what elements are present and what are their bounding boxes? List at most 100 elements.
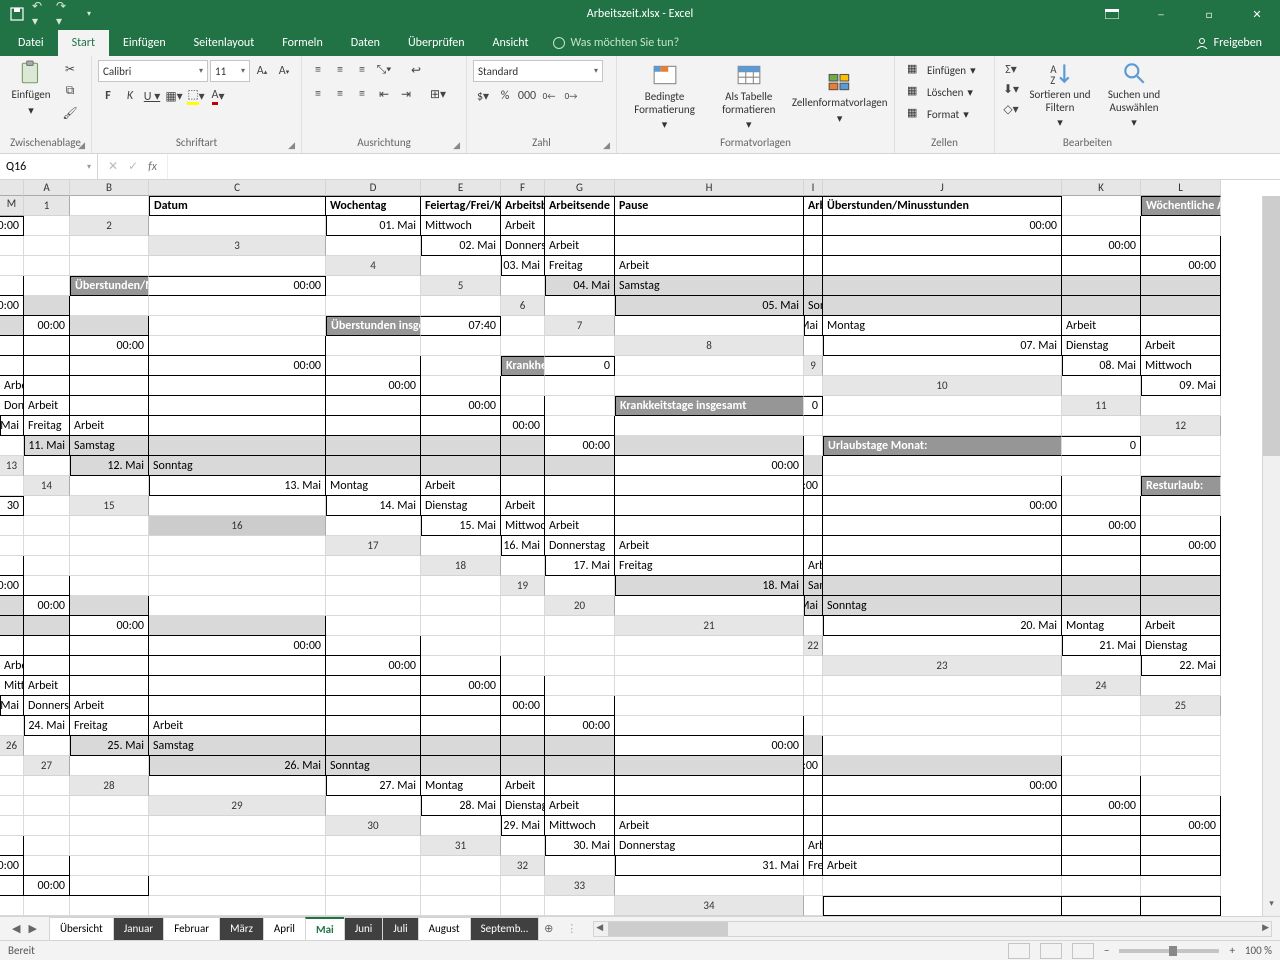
font-name-combo[interactable]: Calibri▾ xyxy=(98,60,208,82)
cell[interactable] xyxy=(0,316,24,336)
cell[interactable] xyxy=(1062,716,1141,736)
cell[interactable]: Wöchentliche Arbeitszeit xyxy=(1141,196,1221,216)
cell[interactable] xyxy=(326,336,421,356)
normal-view-button[interactable] xyxy=(1008,943,1030,959)
cell[interactable] xyxy=(24,336,70,356)
scroll-left-icon[interactable]: ◀ xyxy=(596,922,603,933)
cell[interactable] xyxy=(501,756,545,776)
paste-button[interactable]: Einfügen▾ xyxy=(6,60,56,117)
cell[interactable] xyxy=(501,636,545,656)
cell[interactable] xyxy=(615,416,804,436)
cell[interactable] xyxy=(823,696,1062,716)
cell[interactable]: Freitag xyxy=(70,716,149,736)
qat-customize-icon[interactable]: ▾ xyxy=(80,5,98,23)
row-header[interactable]: 14 xyxy=(24,476,70,496)
row-header[interactable]: 12 xyxy=(1141,416,1221,436)
cell[interactable] xyxy=(421,376,501,396)
tab-split-handle[interactable]: ⋮ xyxy=(558,922,585,935)
cell[interactable] xyxy=(1141,796,1221,816)
cell[interactable] xyxy=(615,436,804,456)
cell[interactable] xyxy=(24,516,70,536)
wrap-text-button[interactable]: ↩ xyxy=(396,60,436,80)
cell[interactable] xyxy=(501,476,545,496)
cell[interactable]: 00:00 xyxy=(823,216,1062,236)
row-header[interactable]: 22 xyxy=(804,636,823,656)
select-all-button[interactable] xyxy=(0,180,24,196)
cell[interactable] xyxy=(804,496,823,516)
cell[interactable] xyxy=(24,636,70,656)
cell[interactable] xyxy=(70,676,149,696)
cell[interactable] xyxy=(804,536,823,556)
cell[interactable] xyxy=(70,356,149,376)
cell[interactable] xyxy=(326,416,421,436)
cell[interactable]: Datum xyxy=(149,196,326,216)
cell[interactable]: Freitag xyxy=(804,856,823,876)
cell[interactable] xyxy=(823,456,1062,476)
row-header[interactable]: 11 xyxy=(1062,396,1141,416)
cell[interactable] xyxy=(24,496,70,516)
cell[interactable]: Arbeit xyxy=(545,516,615,536)
cell[interactable] xyxy=(421,436,501,456)
row-header[interactable]: 15 xyxy=(70,496,149,516)
tab-einfuegen[interactable]: Einfügen xyxy=(109,30,180,56)
cell[interactable] xyxy=(149,876,326,896)
cell[interactable]: 0 xyxy=(1062,436,1141,456)
share-button[interactable]: Freigeben xyxy=(1186,30,1272,56)
cell[interactable]: 28. Mai xyxy=(421,796,501,816)
cell[interactable]: 00:00 xyxy=(615,456,804,476)
number-dialog-icon[interactable]: ◢ xyxy=(603,140,610,151)
cell[interactable] xyxy=(823,396,1062,416)
col-header-E[interactable]: E xyxy=(421,180,501,196)
cell[interactable] xyxy=(70,796,149,816)
cell[interactable]: Arbeitszeit xyxy=(804,196,823,216)
cell[interactable]: Überstunden insgesamt: xyxy=(326,316,421,336)
cell[interactable] xyxy=(501,396,545,416)
tab-daten[interactable]: Daten xyxy=(337,30,394,56)
cell[interactable] xyxy=(823,796,1062,816)
cell[interactable]: Mittwoch xyxy=(545,816,615,836)
cell[interactable] xyxy=(421,596,501,616)
cell[interactable] xyxy=(1062,876,1141,896)
row-header[interactable]: 18 xyxy=(421,556,501,576)
cell[interactable] xyxy=(1141,436,1221,456)
cell[interactable] xyxy=(421,816,501,836)
cell[interactable] xyxy=(0,476,24,496)
col-header-I[interactable]: I xyxy=(804,180,823,196)
page-layout-view-button[interactable] xyxy=(1040,943,1062,959)
increase-decimal-button[interactable]: 0← xyxy=(539,86,559,106)
cell[interactable] xyxy=(501,736,545,756)
cell[interactable] xyxy=(804,816,823,836)
tab-seitenlayout[interactable]: Seitenlayout xyxy=(180,30,269,56)
cell[interactable] xyxy=(545,416,615,436)
cell[interactable] xyxy=(24,536,70,556)
cell[interactable] xyxy=(326,876,421,896)
cell[interactable] xyxy=(149,776,326,796)
sheet-nav-next-icon[interactable]: ▶ xyxy=(28,922,36,935)
cell[interactable] xyxy=(70,516,149,536)
cell[interactable] xyxy=(804,216,823,236)
col-header-J[interactable]: J xyxy=(823,180,1062,196)
cell[interactable] xyxy=(421,336,501,356)
cell[interactable] xyxy=(615,476,804,496)
align-top-button[interactable]: ≡ xyxy=(308,60,328,80)
cell[interactable] xyxy=(823,556,1062,576)
cell[interactable]: 13. Mai xyxy=(149,476,326,496)
cell[interactable] xyxy=(804,716,823,736)
cell[interactable] xyxy=(0,436,24,456)
cell[interactable]: 00:00 xyxy=(421,676,501,696)
cell[interactable] xyxy=(545,616,615,636)
cell[interactable] xyxy=(149,616,326,636)
cell[interactable]: 00:00 xyxy=(1141,816,1221,836)
cell[interactable]: 00:00 xyxy=(1062,236,1141,256)
format-painter-button[interactable]: 🖌 xyxy=(60,104,80,122)
cell[interactable] xyxy=(326,716,421,736)
cell[interactable]: Donnerstag xyxy=(0,396,24,416)
cell[interactable]: Urlaubstage Monat: xyxy=(823,436,1062,456)
autosum-button[interactable]: Σ▾ xyxy=(1001,60,1021,78)
cell[interactable] xyxy=(615,676,804,696)
cell[interactable] xyxy=(0,896,24,916)
cell[interactable] xyxy=(823,276,1062,296)
cell[interactable] xyxy=(70,196,149,216)
cell[interactable] xyxy=(1141,716,1221,736)
cell[interactable] xyxy=(804,416,823,436)
